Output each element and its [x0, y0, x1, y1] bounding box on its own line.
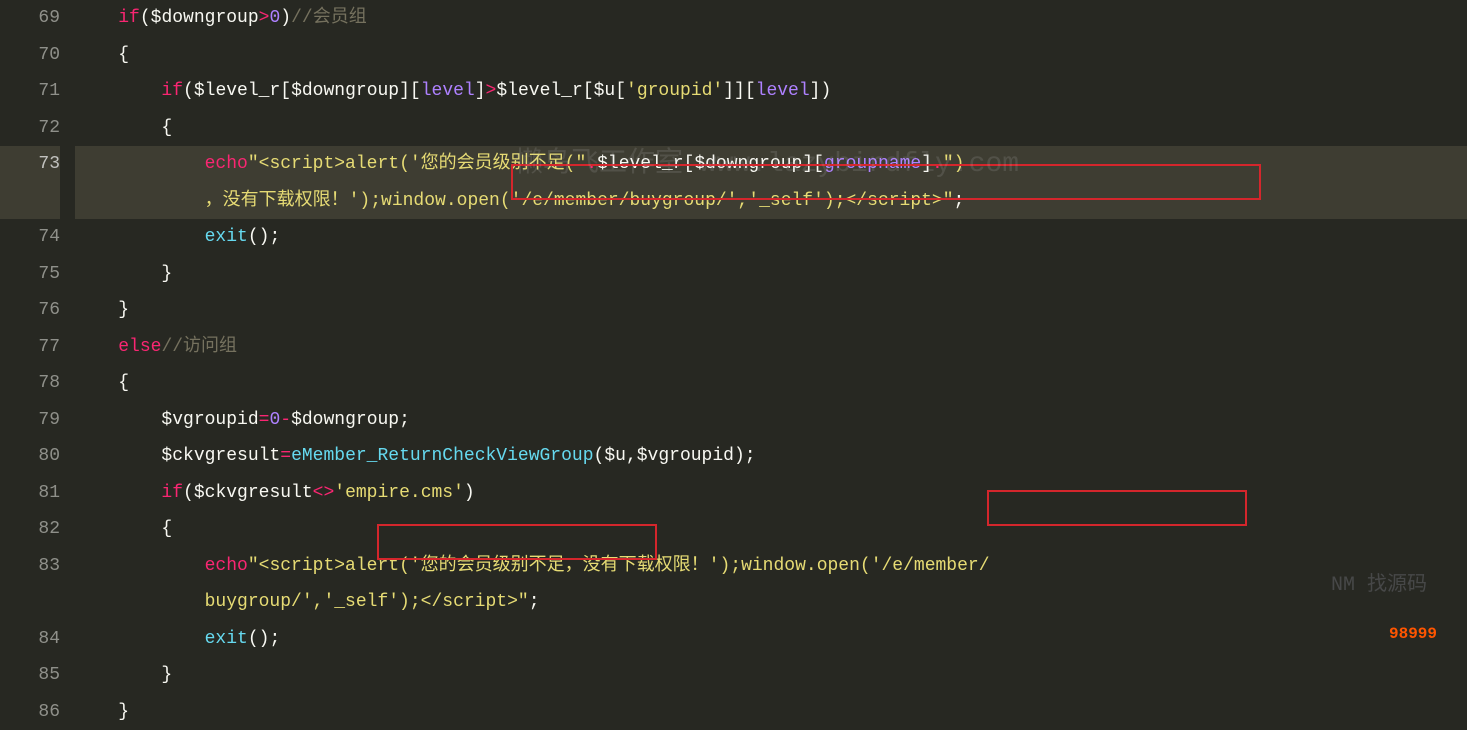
code-line[interactable]: {: [75, 511, 1467, 548]
code-line[interactable]: if($level_r[$downgroup][level]>$level_r[…: [75, 73, 1467, 110]
line-number: 80: [0, 438, 60, 475]
line-number-gutter: 69 70 71 72 73 74 75 76 77 78 79 80 81 8…: [0, 0, 75, 657]
line-number: 77: [0, 329, 60, 366]
line-number: 70: [0, 37, 60, 74]
line-number: 74: [0, 219, 60, 256]
code-line[interactable]: $ckvgresult=eMember_ReturnCheckViewGroup…: [75, 438, 1467, 475]
line-number-wrap: [0, 584, 60, 621]
code-line[interactable]: else//访问组: [75, 329, 1467, 366]
line-number: 72: [0, 110, 60, 147]
line-number: 86: [0, 694, 60, 730]
line-number: 81: [0, 475, 60, 512]
code-line[interactable]: if($downgroup>0)//会员组: [75, 0, 1467, 37]
code-line[interactable]: if($ckvgresult<>'empire.cms'): [75, 475, 1467, 512]
code-line[interactable]: {: [75, 37, 1467, 74]
code-line[interactable]: {: [75, 365, 1467, 402]
line-number-wrap: [0, 183, 60, 220]
code-line[interactable]: }: [75, 694, 1467, 730]
line-number: 83: [0, 548, 60, 585]
code-line[interactable]: $vgroupid=0-$downgroup;: [75, 402, 1467, 439]
line-number: 73: [0, 146, 60, 183]
line-number: 71: [0, 73, 60, 110]
code-editor[interactable]: if($downgroup>0)//会员组 { if($level_r[$dow…: [75, 0, 1467, 657]
line-number: 82: [0, 511, 60, 548]
code-line[interactable]: echo"<script>alert('您的会员级别不足(".$level_r[…: [75, 146, 1467, 183]
line-number: 78: [0, 365, 60, 402]
code-line[interactable]: echo"<script>alert('您的会员级别不足，没有下载权限！');w…: [75, 548, 1467, 585]
code-line[interactable]: exit();: [75, 621, 1467, 658]
code-line-wrap[interactable]: ，没有下载权限！');window.open('/e/member/buygro…: [75, 183, 1467, 220]
code-line-wrap[interactable]: buygroup/','_self');</script>";: [75, 584, 1467, 621]
line-number: 76: [0, 292, 60, 329]
line-number: 85: [0, 657, 60, 694]
line-number: 84: [0, 621, 60, 658]
line-number: 79: [0, 402, 60, 439]
code-line[interactable]: }: [75, 657, 1467, 694]
code-line[interactable]: }: [75, 256, 1467, 293]
line-number: 69: [0, 0, 60, 37]
line-number: 75: [0, 256, 60, 293]
code-line[interactable]: exit();: [75, 219, 1467, 256]
code-line[interactable]: }: [75, 292, 1467, 329]
code-line[interactable]: {: [75, 110, 1467, 147]
